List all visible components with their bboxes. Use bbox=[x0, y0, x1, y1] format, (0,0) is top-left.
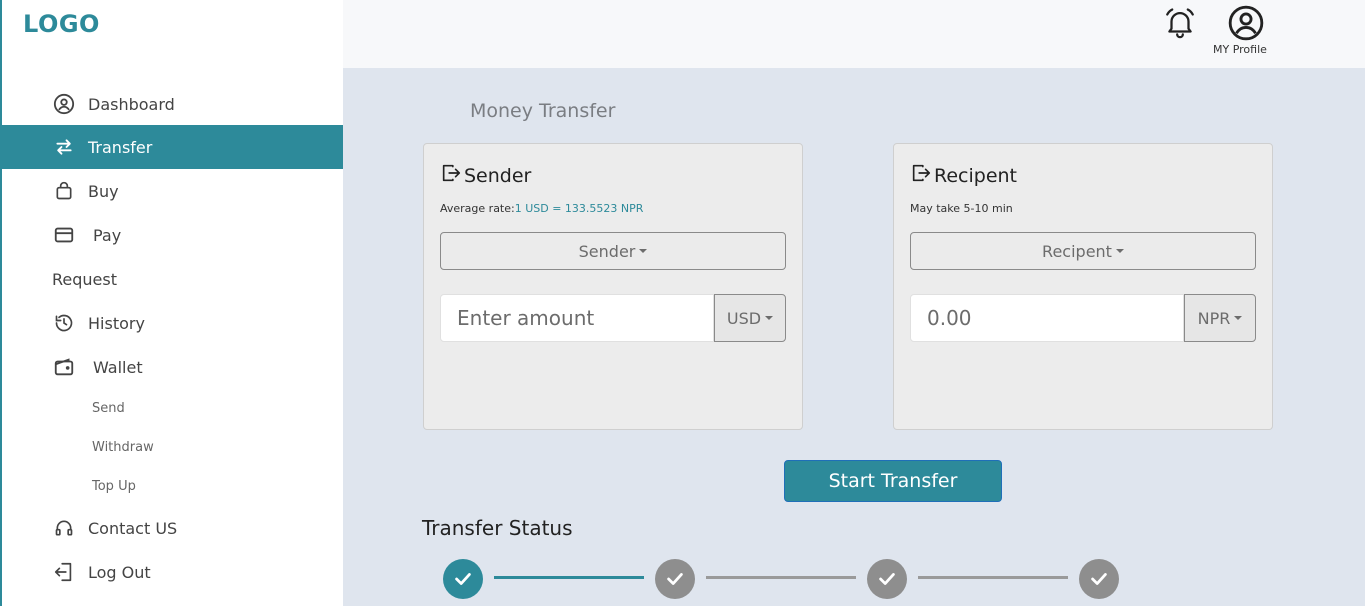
delivery-time-note: May take 5-10 min bbox=[910, 202, 1013, 215]
sidebar-item-label: Transfer bbox=[88, 137, 153, 157]
page-title: Money Transfer bbox=[470, 100, 616, 122]
recipient-card-title: Recipent bbox=[910, 162, 1017, 189]
shopping-bag-icon bbox=[52, 179, 76, 203]
history-icon bbox=[52, 311, 76, 335]
status-connector-2 bbox=[706, 576, 856, 579]
sender-card-title: Sender bbox=[440, 162, 531, 189]
logo[interactable]: LOGO bbox=[23, 10, 100, 38]
sidebar-item-request[interactable]: Request bbox=[2, 257, 343, 301]
sender-currency-select[interactable]: USD bbox=[714, 294, 786, 342]
caret-down-icon bbox=[1234, 316, 1243, 320]
sidebar-item-label: Request bbox=[52, 269, 117, 289]
status-step-2 bbox=[655, 559, 695, 599]
exchange-rate-value: 1 USD = 133.5523 NPR bbox=[514, 202, 644, 215]
bell-icon[interactable] bbox=[1163, 6, 1197, 40]
sidebar-item-pay[interactable]: Pay bbox=[2, 213, 343, 257]
sidebar-item-log-out[interactable]: Log Out bbox=[2, 550, 343, 594]
sidebar-item-label: Buy bbox=[88, 181, 119, 201]
check-icon bbox=[667, 573, 683, 585]
transfer-status-title: Transfer Status bbox=[422, 516, 573, 540]
status-connector-3 bbox=[918, 576, 1068, 579]
wallet-sub-send[interactable]: Send bbox=[92, 401, 125, 416]
sidebar-item-label: Pay bbox=[93, 225, 122, 245]
sign-out-box-icon bbox=[910, 162, 932, 189]
wallet-sub-top-up[interactable]: Top Up bbox=[92, 479, 136, 494]
sender-dropdown[interactable]: Sender bbox=[440, 232, 786, 270]
sidebar-item-dashboard[interactable]: Dashboard bbox=[2, 82, 343, 126]
caret-down-icon bbox=[765, 316, 774, 320]
check-icon bbox=[455, 573, 471, 585]
sender-title-text: Sender bbox=[464, 164, 532, 187]
sidebar-item-wallet[interactable]: Wallet bbox=[2, 345, 343, 389]
caret-down-icon bbox=[639, 249, 648, 253]
wallet-icon bbox=[52, 355, 76, 379]
profile-avatar-icon[interactable] bbox=[1221, 4, 1271, 46]
recipient-card: Recipent May take 5-10 min Recipent 0.00… bbox=[893, 143, 1273, 430]
recipient-currency-label: NPR bbox=[1197, 308, 1231, 328]
wallet-sub-withdraw[interactable]: Withdraw bbox=[92, 440, 154, 455]
transfer-arrows-icon bbox=[52, 135, 76, 159]
sign-out-box-icon bbox=[440, 162, 462, 189]
sidebar-item-history[interactable]: History bbox=[2, 301, 343, 345]
recipient-dropdown[interactable]: Recipent bbox=[910, 232, 1256, 270]
sender-card: Sender Average rate:1 USD = 133.5523 NPR… bbox=[423, 143, 803, 430]
recipient-currency-select[interactable]: NPR bbox=[1184, 294, 1256, 342]
user-circle-icon bbox=[52, 92, 76, 116]
recipient-amount-input[interactable]: 0.00 bbox=[910, 294, 1184, 342]
sidebar-item-contact-us[interactable]: Contact US bbox=[2, 506, 343, 550]
sidebar: LOGO Dashboard Transfer Buy Pay Request … bbox=[0, 0, 343, 606]
status-step-1 bbox=[443, 559, 483, 599]
average-rate-note: Average rate:1 USD = 133.5523 NPR bbox=[440, 202, 643, 215]
sidebar-item-label: Wallet bbox=[93, 357, 143, 377]
sender-amount-group: Enter amount USD bbox=[440, 294, 786, 342]
logout-icon bbox=[52, 560, 76, 584]
recipient-title-text: Recipent bbox=[934, 164, 1018, 187]
check-icon bbox=[879, 573, 895, 585]
average-rate-label: Average rate: bbox=[440, 202, 515, 215]
sidebar-item-buy[interactable]: Buy bbox=[2, 169, 343, 213]
sender-amount-input[interactable]: Enter amount bbox=[440, 294, 714, 342]
check-icon bbox=[1091, 573, 1107, 585]
top-bar: MY Profile bbox=[343, 0, 1365, 68]
headset-icon bbox=[52, 516, 76, 540]
sidebar-item-transfer[interactable]: Transfer bbox=[2, 125, 343, 169]
sidebar-item-label: History bbox=[88, 313, 145, 333]
sender-currency-label: USD bbox=[726, 308, 762, 328]
status-step-3 bbox=[867, 559, 907, 599]
recipient-dropdown-label: Recipent bbox=[1042, 241, 1112, 261]
credit-card-icon bbox=[52, 223, 76, 247]
sidebar-item-label: Log Out bbox=[88, 562, 151, 582]
status-connector-1 bbox=[494, 576, 644, 579]
caret-down-icon bbox=[1115, 249, 1124, 253]
recipient-amount-group: 0.00 NPR bbox=[910, 294, 1256, 342]
sidebar-item-label: Contact US bbox=[88, 518, 178, 538]
profile-label[interactable]: MY Profile bbox=[1213, 43, 1267, 56]
sidebar-item-label: Dashboard bbox=[88, 94, 175, 114]
status-step-4 bbox=[1079, 559, 1119, 599]
sender-dropdown-label: Sender bbox=[578, 241, 636, 261]
start-transfer-button[interactable]: Start Transfer bbox=[784, 460, 1002, 502]
